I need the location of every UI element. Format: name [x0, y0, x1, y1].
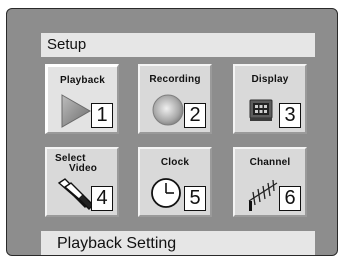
clock-icon: [151, 178, 181, 208]
setup-title: Setup: [41, 33, 315, 57]
menu-item-display-label: Display: [251, 74, 289, 85]
menu-item-playback-label: Playback: [60, 75, 105, 86]
status-bar: Playback Setting: [41, 231, 315, 255]
menu-item-select-video-label: Select Video: [55, 154, 97, 174]
menu-item-clock[interactable]: Clock 5: [138, 147, 212, 217]
menu-item-select-video[interactable]: Select Video 4: [45, 147, 119, 217]
display-panel-icon: [249, 99, 273, 121]
menu-item-number: 6: [279, 186, 301, 211]
menu-item-number: 5: [184, 186, 206, 211]
menu-item-playback[interactable]: Playback 1: [45, 64, 119, 134]
menu-item-clock-label: Clock: [160, 157, 190, 168]
menu-item-display[interactable]: Display 3: [233, 64, 307, 134]
video-cable-icon: [57, 178, 94, 210]
record-circle-icon: [152, 94, 184, 126]
setup-menu-frame: Setup Playback 1 Recording 2 Display 3 S…: [6, 8, 338, 256]
play-triangle-icon: [61, 94, 92, 128]
menu-item-recording[interactable]: Recording 2: [138, 64, 212, 134]
menu-item-number: 4: [91, 186, 113, 211]
antenna-icon: [248, 179, 278, 211]
menu-item-number: 2: [184, 103, 206, 128]
menu-item-number: 3: [279, 103, 301, 128]
menu-item-recording-label: Recording: [149, 74, 201, 85]
menu-item-number: 1: [91, 103, 113, 128]
menu-item-channel-label: Channel: [249, 157, 291, 168]
menu-item-channel[interactable]: Channel 6: [233, 147, 307, 217]
